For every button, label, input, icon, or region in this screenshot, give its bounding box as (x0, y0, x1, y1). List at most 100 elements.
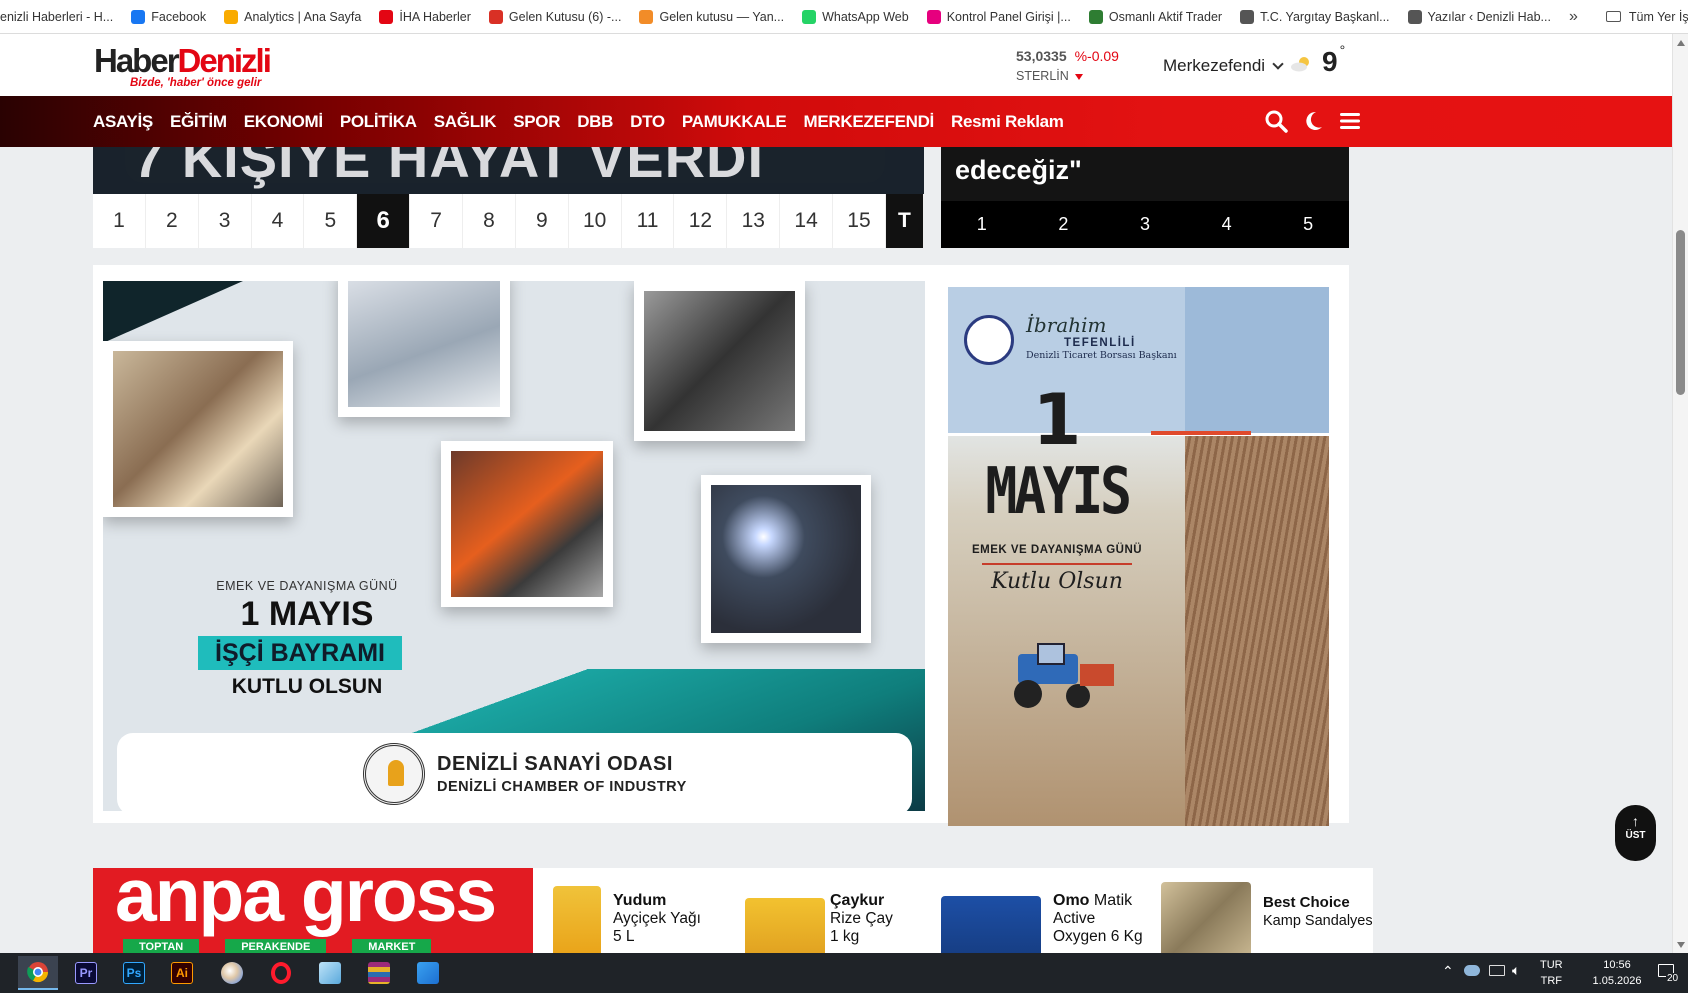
bookmark-item[interactable]: enizli Haberleri - H... (0, 0, 119, 33)
nav-item[interactable]: EKONOMİ (244, 112, 323, 132)
search-icon[interactable] (1264, 109, 1288, 133)
volume-icon[interactable]: 🔈︎ (1512, 962, 1520, 979)
bookmark-item[interactable]: T.C. Yargıtay Başkanl... (1240, 0, 1395, 33)
bookmark-label: Gelen Kutusu (6) -... (508, 9, 622, 24)
bookmark-item[interactable]: Kontrol Panel Girişi |... (926, 0, 1077, 33)
wordpress-icon (1407, 9, 1422, 24)
bookmarks-more-button[interactable]: » (1569, 8, 1578, 26)
pager-item[interactable]: 8 (463, 194, 516, 248)
pager-item[interactable]: 12 (674, 194, 728, 248)
camp-chair-image (1161, 882, 1251, 953)
taskbar-opera[interactable] (261, 956, 301, 990)
pager-item[interactable]: 4 (252, 194, 305, 248)
pager-item[interactable]: 11 (622, 194, 675, 248)
pager-item[interactable]: 1 (93, 194, 146, 248)
side-pager-item[interactable]: 5 (1267, 201, 1349, 248)
bookmark-item[interactable]: İHA Haberler (379, 0, 477, 33)
side-pager-item[interactable]: 3 (1104, 201, 1186, 248)
nav-item[interactable]: ASAYİŞ (93, 112, 153, 132)
product-omo: Omo Matik Active Oxygen 6 Kg (941, 868, 1151, 953)
dtb-surname: TEFENLİLİ (1064, 337, 1136, 349)
product-brand: Best Choice (1263, 894, 1350, 911)
pager-item[interactable]: 15 (833, 194, 886, 248)
dso-ad[interactable]: EMEK VE DAYANIŞMA GÜNÜ 1 MAYIS İŞÇİ BAYR… (103, 281, 925, 811)
taskbar-illustrator[interactable]: Ai (162, 956, 202, 990)
accent-line (1151, 431, 1251, 435)
globe-icon (1240, 9, 1255, 24)
photoshop-icon: Ps (123, 962, 145, 984)
pager-last-button[interactable]: T (885, 194, 924, 248)
bookmark-item[interactable]: WhatsApp Web (802, 0, 915, 33)
pager-item[interactable]: 14 (780, 194, 834, 248)
bookmark-item[interactable]: Facebook (131, 0, 212, 33)
opera-icon (271, 962, 291, 984)
chevron-down-icon (1272, 58, 1284, 70)
side-slider[interactable]: edeceğiz" (941, 147, 1349, 201)
bookmark-label: T.C. Yargıtay Başkanl... (1260, 9, 1390, 24)
dso-line2: 1 MAYIS (240, 595, 374, 633)
side-pager-item[interactable]: 1 (941, 201, 1023, 248)
whatsapp-icon (802, 9, 817, 24)
scroll-up-arrow-icon[interactable] (1677, 40, 1685, 46)
nav-item[interactable]: SPOR (513, 112, 560, 132)
bookmark-label: İHA Haberler (399, 9, 471, 24)
taskbar-chrome[interactable] (18, 956, 58, 990)
nav-item[interactable]: DTO (630, 112, 665, 132)
scroll-down-arrow-icon[interactable] (1677, 942, 1685, 948)
taskbar-photoshop[interactable]: Ps (114, 956, 154, 990)
notification-center[interactable]: 20 (1650, 959, 1682, 987)
pager-item[interactable]: 5 (304, 194, 358, 248)
logo-haber: Haber (94, 42, 180, 79)
cloud-icon[interactable] (1464, 965, 1480, 976)
nav-item[interactable]: Resmi Reklam (951, 112, 1064, 132)
bookmark-item[interactable]: Yazılar ‹ Denizli Hab... (1407, 0, 1557, 33)
anpa-brand-panel: anpa gross TOPTAN PERAKENDE MARKET (93, 868, 533, 953)
photo-factory (103, 341, 293, 517)
pager-item[interactable]: 7 (410, 194, 464, 248)
anpa-gross-ad[interactable]: anpa gross TOPTAN PERAKENDE MARKET Yudum A… (93, 868, 1373, 953)
dtb-big-month: MAYIS (985, 455, 1132, 529)
pager-item[interactable]: 6 (357, 194, 411, 248)
show-hidden-icons[interactable]: ⌃ (1442, 963, 1454, 980)
nav-item[interactable]: PAMUKKALE (682, 112, 787, 132)
headline-slider[interactable]: 7 KİŞİYE HAYAT VERDİ (93, 147, 924, 194)
nav-item[interactable]: DBB (577, 112, 613, 132)
bookmark-label: Facebook (151, 9, 207, 24)
scrollbar-thumb[interactable] (1676, 230, 1685, 395)
all-bookmarks-folder[interactable]: Tüm Yer İşaretleri (1605, 10, 1688, 24)
taskbar-premiere[interactable]: Pr (66, 956, 106, 990)
sky-panel (1185, 287, 1329, 433)
pager-item[interactable]: 10 (569, 194, 622, 248)
dtb-title: Denizli Ticaret Borsası Başkanı (1026, 350, 1177, 361)
nav-item[interactable]: EĞİTİM (170, 112, 227, 132)
language-indicator[interactable]: TUR TRF (1540, 957, 1563, 989)
pager-item[interactable]: 2 (146, 194, 199, 248)
dtb-ad[interactable]: İbrahim TEFENLİLİ Denizli Ticaret Borsas… (948, 287, 1329, 826)
clock[interactable]: 10:56 1.05.2026 (1582, 957, 1652, 989)
menu-icon[interactable] (1338, 109, 1362, 133)
dark-mode-icon[interactable] (1301, 109, 1325, 133)
city-selector[interactable]: Merkezefendi (1163, 56, 1284, 76)
scroll-top-button[interactable]: ↑ ÜST (1615, 805, 1656, 861)
chrome-icon (27, 962, 49, 983)
nav-item[interactable]: POLİTİKA (340, 112, 417, 132)
bookmark-item[interactable]: Analytics | Ana Sayfa (224, 0, 367, 33)
vertical-scrollbar[interactable] (1672, 34, 1688, 953)
side-pager-item[interactable]: 4 (1186, 201, 1268, 248)
taskbar-winrar[interactable] (359, 956, 399, 990)
pager-item[interactable]: 9 (516, 194, 569, 248)
taskbar-notepad[interactable] (310, 956, 350, 990)
nav-item[interactable]: SAĞLIK (434, 112, 497, 132)
site-logo[interactable]: HaberDenizli Bizde, 'haber' önce gelir (94, 43, 274, 91)
taskbar-photos[interactable] (408, 956, 448, 990)
nav-item[interactable]: MERKEZEFENDİ (803, 112, 934, 132)
bookmark-item[interactable]: Gelen Kutusu (6) -... (488, 0, 628, 33)
network-icon[interactable] (1489, 965, 1505, 976)
side-pager-item[interactable]: 2 (1023, 201, 1105, 248)
bookmark-item[interactable]: Gelen kutusu — Yan... (639, 0, 790, 33)
taskbar-paint[interactable] (212, 956, 252, 990)
pager-item[interactable]: 13 (727, 194, 781, 248)
bookmark-item[interactable]: Osmanlı Aktif Trader (1088, 0, 1228, 33)
currency-widget[interactable]: 53,0335 %-0.09 STERLİN (1016, 48, 1119, 83)
pager-item[interactable]: 3 (199, 194, 252, 248)
